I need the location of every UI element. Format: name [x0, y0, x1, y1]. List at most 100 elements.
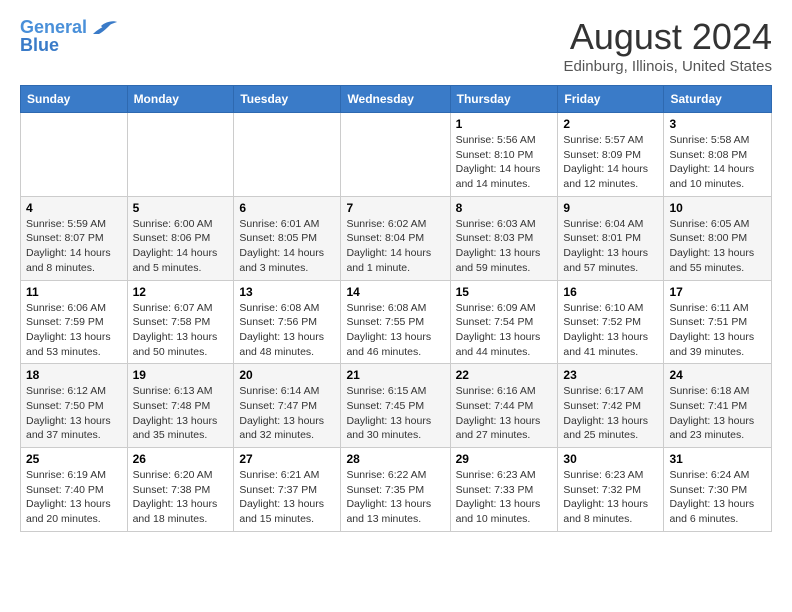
- day-number: 26: [133, 452, 229, 466]
- calendar-cell: 26 Sunrise: 6:20 AM Sunset: 7:38 PM Dayli…: [127, 448, 234, 532]
- day-info: Sunrise: 6:09 AM Sunset: 7:54 PM Dayligh…: [456, 301, 553, 360]
- day-number: 31: [669, 452, 766, 466]
- day-number: 11: [26, 285, 122, 299]
- day-number: 24: [669, 368, 766, 382]
- calendar-cell: [127, 113, 234, 197]
- calendar-week-row: 1Sunrise: 5:56 AM Sunset: 8:10 PM Daylig…: [21, 113, 772, 197]
- day-number: 6: [239, 201, 335, 215]
- day-number: 16: [563, 285, 658, 299]
- day-number: 10: [669, 201, 766, 215]
- day-info: Sunrise: 6:08 AM Sunset: 7:55 PM Dayligh…: [346, 301, 444, 360]
- day-number: 19: [133, 368, 229, 382]
- day-info: Sunrise: 6:23 AM Sunset: 7:33 PM Dayligh…: [456, 468, 553, 527]
- day-number: 30: [563, 452, 658, 466]
- calendar-cell: 16 Sunrise: 6:10 AM Sunset: 7:52 PM Dayli…: [558, 280, 664, 364]
- calendar-cell: 31 Sunrise: 6:24 AM Sunset: 7:30 PM Dayli…: [664, 448, 772, 532]
- calendar-cell: 7 Sunrise: 6:02 AM Sunset: 8:04 PM Daylig…: [341, 196, 450, 280]
- calendar-cell: 14 Sunrise: 6:08 AM Sunset: 7:55 PM Dayli…: [341, 280, 450, 364]
- calendar-cell: 19 Sunrise: 6:13 AM Sunset: 7:48 PM Dayli…: [127, 364, 234, 448]
- calendar-cell: 22Sunrise: 6:16 AM Sunset: 7:44 PM Dayli…: [450, 364, 558, 448]
- calendar-cell: 2Sunrise: 5:57 AM Sunset: 8:09 PM Daylig…: [558, 113, 664, 197]
- day-number: 3: [669, 117, 766, 131]
- day-info: Sunrise: 6:05 AM Sunset: 8:00 PM Dayligh…: [669, 217, 766, 276]
- weekday-header-thursday: Thursday: [450, 86, 558, 113]
- day-number: 20: [239, 368, 335, 382]
- subtitle: Edinburg, Illinois, United States: [564, 58, 772, 75]
- day-info: Sunrise: 6:20 AM Sunset: 7:38 PM Dayligh…: [133, 468, 229, 527]
- header: General Blue August 2024 Edinburg, Illin…: [20, 16, 772, 75]
- calendar-cell: 28 Sunrise: 6:22 AM Sunset: 7:35 PM Dayli…: [341, 448, 450, 532]
- day-number: 17: [669, 285, 766, 299]
- calendar-cell: 10 Sunrise: 6:05 AM Sunset: 8:00 PM Dayli…: [664, 196, 772, 280]
- calendar-cell: 3 Sunrise: 5:58 AM Sunset: 8:08 PM Daylig…: [664, 113, 772, 197]
- day-info: Sunrise: 6:11 AM Sunset: 7:51 PM Dayligh…: [669, 301, 766, 360]
- day-info: Sunrise: 6:06 AM Sunset: 7:59 PM Dayligh…: [26, 301, 122, 360]
- calendar-cell: 21 Sunrise: 6:15 AM Sunset: 7:45 PM Dayli…: [341, 364, 450, 448]
- day-number: 23: [563, 368, 658, 382]
- day-number: 8: [456, 201, 553, 215]
- day-number: 14: [346, 285, 444, 299]
- day-info: Sunrise: 6:21 AM Sunset: 7:37 PM Dayligh…: [239, 468, 335, 527]
- calendar-week-row: 18Sunrise: 6:12 AM Sunset: 7:50 PM Dayli…: [21, 364, 772, 448]
- day-number: 7: [346, 201, 444, 215]
- calendar-cell: 27Sunrise: 6:21 AM Sunset: 7:37 PM Dayli…: [234, 448, 341, 532]
- weekday-header-sunday: Sunday: [21, 86, 128, 113]
- calendar-week-row: 25 Sunrise: 6:19 AM Sunset: 7:40 PM Dayli…: [21, 448, 772, 532]
- calendar-cell: 17 Sunrise: 6:11 AM Sunset: 7:51 PM Dayli…: [664, 280, 772, 364]
- day-info: Sunrise: 6:15 AM Sunset: 7:45 PM Dayligh…: [346, 384, 444, 443]
- day-number: 21: [346, 368, 444, 382]
- day-info: Sunrise: 5:59 AM Sunset: 8:07 PM Dayligh…: [26, 217, 122, 276]
- day-number: 29: [456, 452, 553, 466]
- calendar-cell: 5 Sunrise: 6:00 AM Sunset: 8:06 PM Daylig…: [127, 196, 234, 280]
- day-number: 4: [26, 201, 122, 215]
- day-info: Sunrise: 5:58 AM Sunset: 8:08 PM Dayligh…: [669, 133, 766, 192]
- day-info: Sunrise: 6:03 AM Sunset: 8:03 PM Dayligh…: [456, 217, 553, 276]
- day-number: 18: [26, 368, 122, 382]
- logo: General Blue: [20, 16, 117, 56]
- calendar-week-row: 11 Sunrise: 6:06 AM Sunset: 7:59 PM Dayli…: [21, 280, 772, 364]
- day-info: Sunrise: 6:00 AM Sunset: 8:06 PM Dayligh…: [133, 217, 229, 276]
- weekday-header-friday: Friday: [558, 86, 664, 113]
- day-info: Sunrise: 6:02 AM Sunset: 8:04 PM Dayligh…: [346, 217, 444, 276]
- day-info: Sunrise: 6:07 AM Sunset: 7:58 PM Dayligh…: [133, 301, 229, 360]
- day-info: Sunrise: 6:18 AM Sunset: 7:41 PM Dayligh…: [669, 384, 766, 443]
- day-info: Sunrise: 6:24 AM Sunset: 7:30 PM Dayligh…: [669, 468, 766, 527]
- day-info: Sunrise: 6:23 AM Sunset: 7:32 PM Dayligh…: [563, 468, 658, 527]
- calendar-cell: [234, 113, 341, 197]
- calendar-cell: 30 Sunrise: 6:23 AM Sunset: 7:32 PM Dayli…: [558, 448, 664, 532]
- day-number: 22: [456, 368, 553, 382]
- day-info: Sunrise: 6:01 AM Sunset: 8:05 PM Dayligh…: [239, 217, 335, 276]
- day-number: 28: [346, 452, 444, 466]
- calendar-cell: 9Sunrise: 6:04 AM Sunset: 8:01 PM Daylig…: [558, 196, 664, 280]
- calendar-cell: 29 Sunrise: 6:23 AM Sunset: 7:33 PM Dayli…: [450, 448, 558, 532]
- calendar-cell: 13Sunrise: 6:08 AM Sunset: 7:56 PM Dayli…: [234, 280, 341, 364]
- calendar-cell: [21, 113, 128, 197]
- day-info: Sunrise: 6:13 AM Sunset: 7:48 PM Dayligh…: [133, 384, 229, 443]
- day-number: 1: [456, 117, 553, 131]
- calendar-table: SundayMondayTuesdayWednesdayThursdayFrid…: [20, 85, 772, 532]
- calendar-cell: 12 Sunrise: 6:07 AM Sunset: 7:58 PM Dayli…: [127, 280, 234, 364]
- day-info: Sunrise: 6:17 AM Sunset: 7:42 PM Dayligh…: [563, 384, 658, 443]
- day-info: Sunrise: 6:19 AM Sunset: 7:40 PM Dayligh…: [26, 468, 122, 527]
- calendar-cell: 25 Sunrise: 6:19 AM Sunset: 7:40 PM Dayli…: [21, 448, 128, 532]
- day-number: 13: [239, 285, 335, 299]
- day-number: 9: [563, 201, 658, 215]
- day-info: Sunrise: 6:10 AM Sunset: 7:52 PM Dayligh…: [563, 301, 658, 360]
- logo-blue-text: Blue: [20, 36, 59, 56]
- day-info: Sunrise: 6:22 AM Sunset: 7:35 PM Dayligh…: [346, 468, 444, 527]
- day-number: 5: [133, 201, 229, 215]
- day-number: 15: [456, 285, 553, 299]
- main-title: August 2024: [564, 16, 772, 58]
- weekday-header-wednesday: Wednesday: [341, 86, 450, 113]
- calendar-cell: 24 Sunrise: 6:18 AM Sunset: 7:41 PM Dayli…: [664, 364, 772, 448]
- calendar-cell: 15 Sunrise: 6:09 AM Sunset: 7:54 PM Dayli…: [450, 280, 558, 364]
- day-number: 2: [563, 117, 658, 131]
- calendar-cell: [341, 113, 450, 197]
- calendar-cell: 1Sunrise: 5:56 AM Sunset: 8:10 PM Daylig…: [450, 113, 558, 197]
- day-number: 25: [26, 452, 122, 466]
- day-number: 12: [133, 285, 229, 299]
- calendar-cell: 11 Sunrise: 6:06 AM Sunset: 7:59 PM Dayli…: [21, 280, 128, 364]
- weekday-header-monday: Monday: [127, 86, 234, 113]
- calendar-cell: 8 Sunrise: 6:03 AM Sunset: 8:03 PM Daylig…: [450, 196, 558, 280]
- calendar-cell: 4 Sunrise: 5:59 AM Sunset: 8:07 PM Daylig…: [21, 196, 128, 280]
